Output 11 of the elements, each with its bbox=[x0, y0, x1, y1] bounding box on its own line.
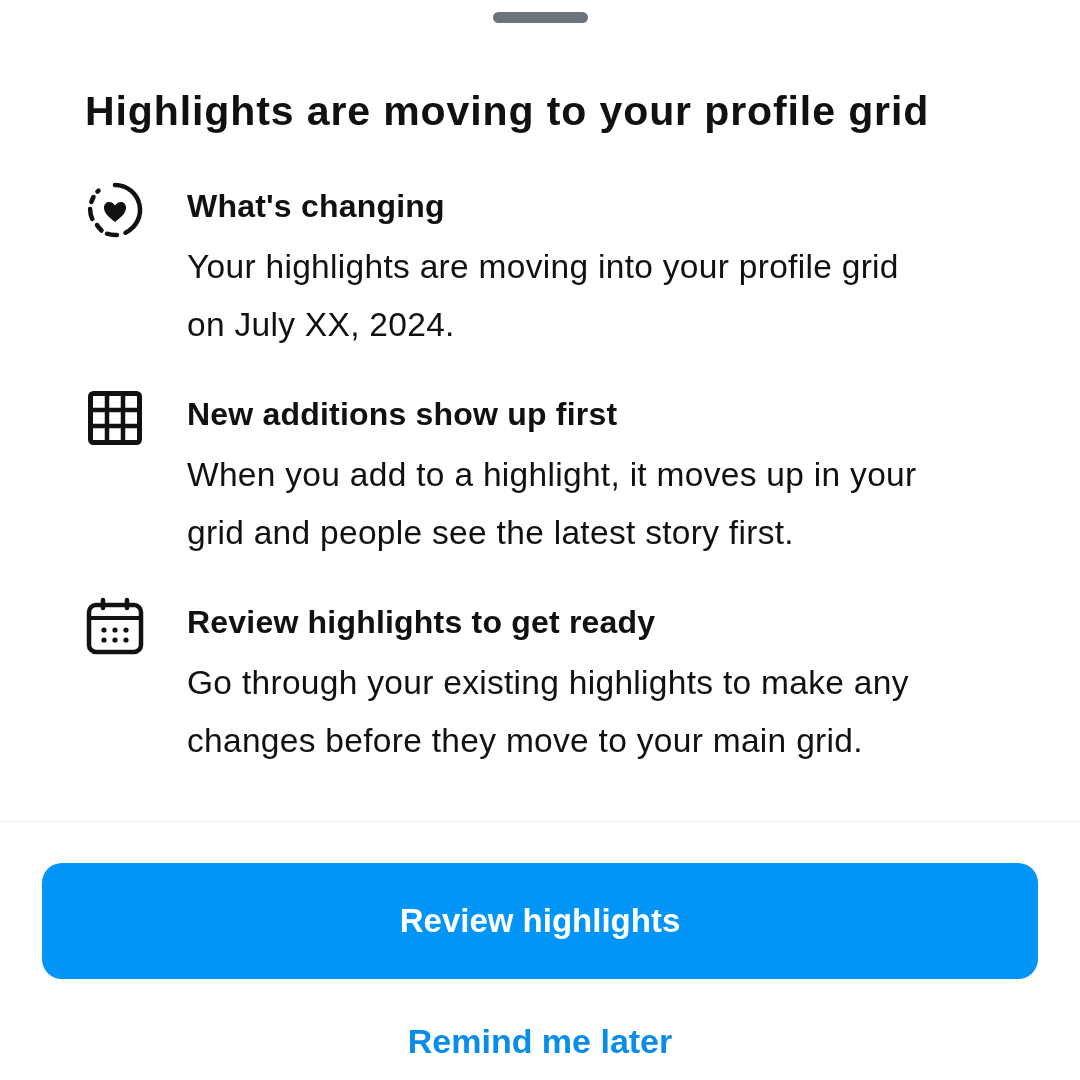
calendar-icon bbox=[85, 596, 145, 657]
item-description: Your highlights are moving into your profile grid on July XX, 2024. bbox=[187, 247, 900, 346]
drag-handle[interactable] bbox=[492, 12, 588, 23]
item-heading: Review highlights to get ready bbox=[187, 603, 657, 643]
item-description: When you add to a highlight, it moves up in your grid and people see the latest story first. bbox=[187, 455, 918, 554]
item-heading: New additions show up first bbox=[187, 395, 619, 435]
item-description: Go through your existing highlights to make any changes before they move to your main grid. bbox=[187, 663, 910, 762]
remind-later-link[interactable]: Remind me later bbox=[407, 1019, 673, 1064]
item-heading: What's changing bbox=[187, 187, 446, 227]
review-highlights-button[interactable]: Review highlights bbox=[42, 863, 1038, 980]
sheet-title: Highlights are moving to your profile grid bbox=[85, 87, 931, 136]
